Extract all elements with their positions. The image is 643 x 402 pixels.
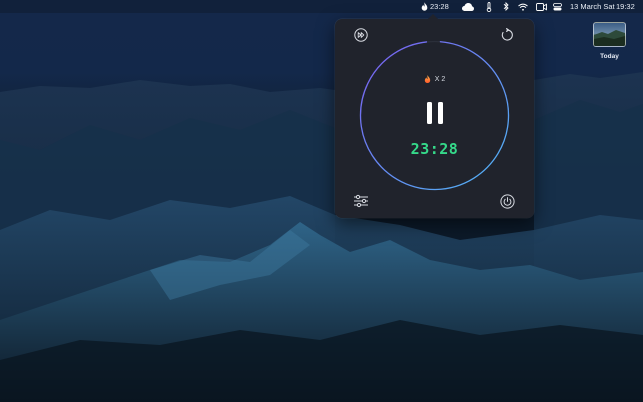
menubar-video[interactable] [536,0,547,13]
pause-button[interactable] [424,101,446,125]
mountain-landscape [0,72,643,402]
menubar-thermometer[interactable] [486,0,492,13]
pause-icon [427,102,443,124]
menubar-control-center[interactable] [553,0,562,13]
cloud-icon [462,2,474,11]
bluetooth-icon [503,2,509,11]
today-thumbnail [593,22,626,47]
power-button[interactable] [500,194,515,209]
video-icon [536,2,547,11]
menubar-date[interactable]: 13 March Sat [570,0,615,13]
flame-icon [424,75,430,83]
menubar-bluetooth[interactable] [503,0,509,13]
menu-bar: 23:28 13 March Sat 19:32 [0,0,643,13]
menubar-timer[interactable]: 23:28 [421,0,449,13]
sliders-icon [354,194,368,208]
landscape-thumbnail-image [594,30,625,46]
thermometer-icon [486,1,492,12]
streak-count: X 2 [434,75,446,83]
desktop-wallpaper [0,0,643,402]
wifi-icon [518,3,528,11]
flame-icon [421,2,428,11]
streak-indicator: X 2 [335,75,534,83]
today-widget[interactable]: Today [593,22,626,60]
menubar-cloud[interactable] [462,0,474,13]
timer-popover: X 2 23:28 [335,14,534,218]
menubar-time[interactable]: 19:32 [616,0,635,13]
control-center-icon [553,2,562,10]
settings-button[interactable] [353,194,369,208]
menubar-wifi[interactable] [518,0,528,13]
today-label: Today [600,53,619,60]
timer-display: 23:28 [410,140,459,158]
power-icon [500,194,515,209]
menubar-timer-text: 23:28 [430,2,449,11]
